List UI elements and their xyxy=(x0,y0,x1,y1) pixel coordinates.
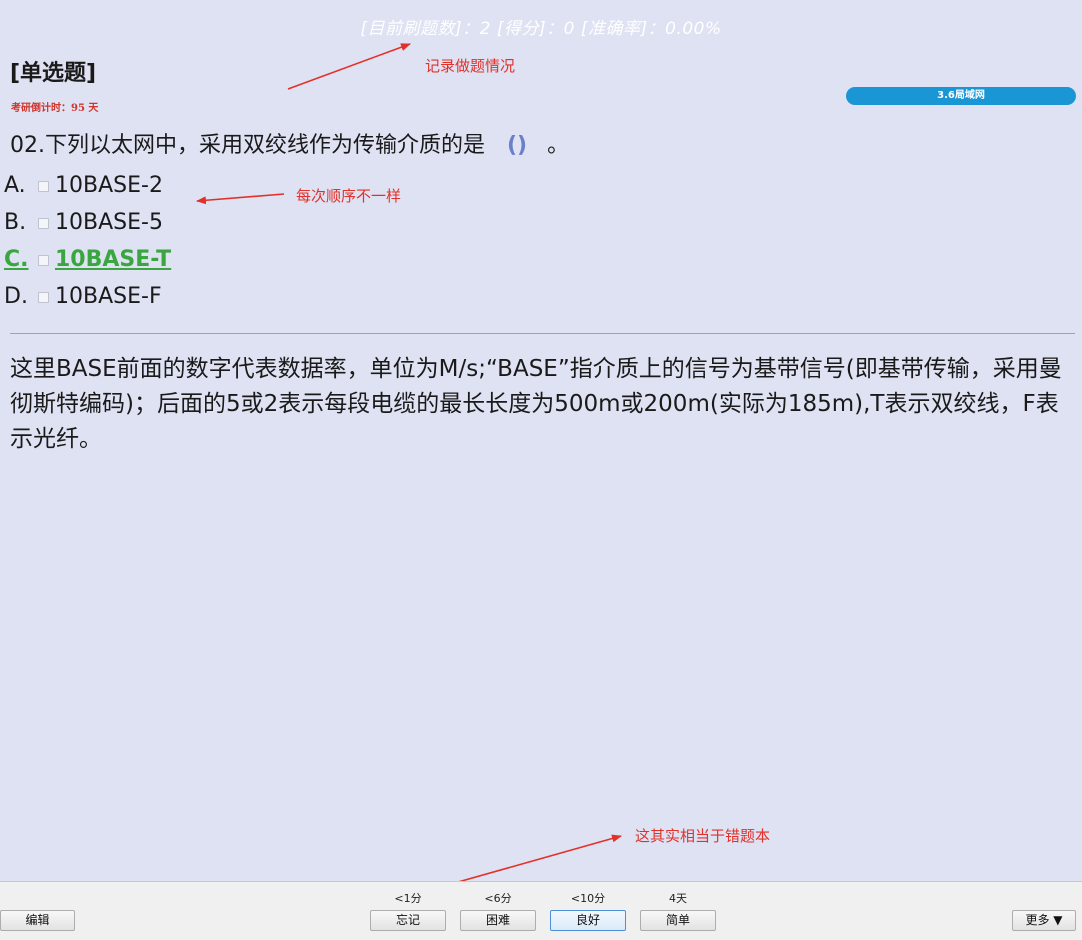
arrow-record xyxy=(287,43,411,90)
question-stem: 02.下列以太网中，采用双绞线作为传输介质的是 xyxy=(10,133,485,158)
exam-countdown: 考研倒计时：95 天 xyxy=(11,103,99,114)
option-checkbox[interactable] xyxy=(38,218,49,229)
option-checkbox[interactable] xyxy=(38,181,49,192)
option-text: 10BASE-5 xyxy=(55,210,163,235)
again-button[interactable]: 忘记 xyxy=(370,910,446,931)
options-list: A. 10BASE-2 B. 10BASE-5 C. 10BASE-T D. 1… xyxy=(4,167,171,315)
option-letter: B. xyxy=(4,210,27,235)
answer-blank: () xyxy=(507,133,528,158)
option-c-correct[interactable]: C. 10BASE-T xyxy=(4,241,171,278)
answer-explanation: 这里BASE前面的数字代表数据率，单位为M/s;“BASE”指介质上的信号为基带… xyxy=(10,356,1062,452)
easy-button[interactable]: 简单 xyxy=(640,910,716,931)
ease-interval-again: <1分 xyxy=(394,892,422,905)
good-button[interactable]: 良好 xyxy=(550,910,626,931)
option-checkbox[interactable] xyxy=(38,255,49,266)
option-letter: A. xyxy=(4,173,26,198)
answer-divider xyxy=(10,333,1075,334)
ease-interval-good: <10分 xyxy=(570,892,606,905)
option-b[interactable]: B. 10BASE-5 xyxy=(4,204,171,241)
edit-button[interactable]: 编辑 xyxy=(0,910,75,931)
hard-button[interactable]: 困难 xyxy=(460,910,536,931)
arrow-wrongbook xyxy=(450,834,622,885)
annotation-order: 每次顺序不一样 xyxy=(296,187,402,205)
option-letter: C. xyxy=(4,247,29,272)
option-d[interactable]: D. 10BASE-F xyxy=(4,278,171,315)
review-bottom-bar: 编辑 <1分 <6分 <10分 4天 忘记 困难 良好 简单 更多 ▼ xyxy=(0,881,1082,940)
question-text: 02.下列以太网中，采用双绞线作为传输介质的是 () 。 xyxy=(10,127,569,159)
option-text: 10BASE-2 xyxy=(55,173,163,198)
more-button[interactable]: 更多 ▼ xyxy=(1012,910,1076,931)
ease-interval-easy: 4天 xyxy=(669,892,687,905)
question-type-label: [单选题] xyxy=(10,61,97,86)
annotation-wrongbook: 这其实相当于错题本 xyxy=(635,827,771,845)
arrow-order xyxy=(196,193,285,205)
annotation-record: 记录做题情况 xyxy=(425,57,516,75)
deck-name-badge: 3.6局域网 xyxy=(846,87,1076,105)
option-a[interactable]: A. 10BASE-2 xyxy=(4,167,171,204)
option-checkbox[interactable] xyxy=(38,292,49,303)
option-text: 10BASE-T xyxy=(55,247,172,272)
ease-interval-hard: <6分 xyxy=(484,892,512,905)
option-letter: D. xyxy=(4,284,28,309)
question-end: 。 xyxy=(547,133,570,158)
session-stats: [目前刷题数]：2 [得分]：0 [准确率]：0.00% xyxy=(360,19,722,39)
option-text: 10BASE-F xyxy=(55,284,162,309)
